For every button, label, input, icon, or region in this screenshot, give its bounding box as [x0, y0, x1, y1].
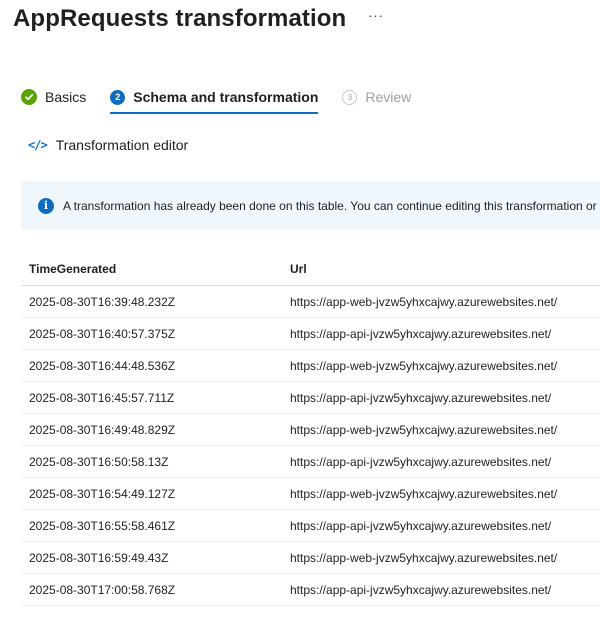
step-basics-label: Basics: [45, 89, 87, 105]
active-step-underline: [110, 112, 319, 114]
page: AppRequests transformation ··· Basics 2 …: [0, 0, 600, 627]
step-basics[interactable]: Basics: [21, 84, 86, 110]
cell-timegenerated: 2025-08-30T16:40:57.375Z: [29, 326, 176, 341]
more-options-button[interactable]: ···: [368, 8, 384, 23]
step-number-icon: 2: [110, 89, 126, 105]
table-header: TimeGenerated Url: [21, 253, 600, 286]
table-row[interactable]: 2025-08-30T16:45:57.711Z https://app-api…: [21, 382, 600, 414]
cell-url: https://app-api-jvzw5yhxcajwy.azurewebsi…: [290, 518, 552, 533]
cell-timegenerated: 2025-08-30T16:54:49.127Z: [29, 486, 176, 501]
transformation-editor-button[interactable]: </> Transformation editor: [28, 135, 188, 155]
page-title: AppRequests transformation: [13, 5, 347, 32]
cell-timegenerated: 2025-08-30T16:55:58.461Z: [29, 518, 176, 533]
cell-url: https://app-api-jvzw5yhxcajwy.azurewebsi…: [290, 326, 552, 341]
table-row[interactable]: 2025-08-30T16:54:49.127Z https://app-web…: [21, 478, 600, 510]
cell-timegenerated: 2025-08-30T16:44:48.536Z: [29, 358, 176, 373]
table-row[interactable]: 2025-08-30T16:39:48.232Z https://app-web…: [21, 286, 600, 318]
step-schema-and-transformation[interactable]: 2 Schema and transformation: [110, 84, 319, 114]
cell-url: https://app-web-jvzw5yhxcajwy.azurewebsi…: [290, 550, 558, 565]
cell-timegenerated: 2025-08-30T16:59:49.43Z: [29, 550, 169, 565]
cell-timegenerated: 2025-08-30T16:49:48.829Z: [29, 422, 176, 437]
table-row[interactable]: 2025-08-30T16:55:58.461Z https://app-api…: [21, 510, 600, 542]
cell-url: https://app-api-jvzw5yhxcajwy.azurewebsi…: [290, 582, 552, 597]
cell-timegenerated: 2025-08-30T16:50:58.13Z: [29, 454, 169, 469]
wizard-steps: Basics 2 Schema and transformation 3 Rev…: [21, 84, 435, 114]
table-row[interactable]: 2025-08-30T17:00:58.768Z https://app-api…: [21, 574, 600, 606]
checkmark-icon: [21, 89, 37, 105]
cell-timegenerated: 2025-08-30T16:45:57.711Z: [29, 390, 175, 405]
cell-timegenerated: 2025-08-30T17:00:58.768Z: [29, 582, 176, 597]
cell-url: https://app-web-jvzw5yhxcajwy.azurewebsi…: [290, 486, 558, 501]
data-table: TimeGenerated Url 2025-08-30T16:39:48.23…: [21, 253, 600, 606]
column-header-url[interactable]: Url: [282, 262, 600, 276]
step-review-label: Review: [365, 89, 412, 105]
transformation-editor-label: Transformation editor: [55, 137, 189, 153]
step-number-icon: 3: [342, 89, 358, 105]
step-review[interactable]: 3 Review: [342, 84, 411, 110]
title-row: AppRequests transformation: [13, 2, 346, 36]
column-header-timegenerated[interactable]: TimeGenerated: [21, 262, 282, 276]
table-row[interactable]: 2025-08-30T16:59:49.43Z https://app-web-…: [21, 542, 600, 574]
code-icon: </>: [28, 138, 48, 152]
step-schema-label: Schema and transformation: [133, 89, 319, 105]
table-row[interactable]: 2025-08-30T16:44:48.536Z https://app-web…: [21, 350, 600, 382]
info-banner-message: A transformation has already been done o…: [63, 198, 597, 213]
info-banner: i A transformation has already been done…: [21, 181, 600, 230]
table-row[interactable]: 2025-08-30T16:49:48.829Z https://app-web…: [21, 414, 600, 446]
info-icon: i: [38, 197, 54, 214]
cell-url: https://app-api-jvzw5yhxcajwy.azurewebsi…: [290, 390, 552, 405]
cell-url: https://app-web-jvzw5yhxcajwy.azurewebsi…: [290, 294, 558, 309]
cell-url: https://app-web-jvzw5yhxcajwy.azurewebsi…: [290, 422, 558, 437]
cell-timegenerated: 2025-08-30T16:39:48.232Z: [29, 294, 176, 309]
cell-url: https://app-web-jvzw5yhxcajwy.azurewebsi…: [290, 358, 558, 373]
table-row[interactable]: 2025-08-30T16:50:58.13Z https://app-api-…: [21, 446, 600, 478]
cell-url: https://app-api-jvzw5yhxcajwy.azurewebsi…: [290, 454, 552, 469]
table-row[interactable]: 2025-08-30T16:40:57.375Z https://app-api…: [21, 318, 600, 350]
